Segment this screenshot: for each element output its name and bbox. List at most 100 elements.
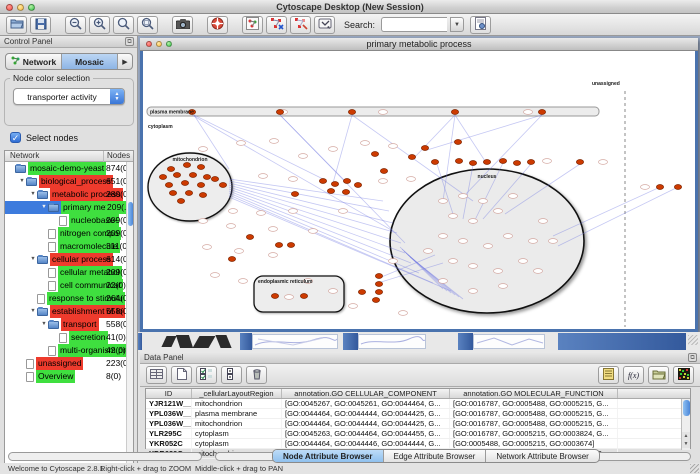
network-canvas[interactable]: plasma membranecytoplasmmitochondrionnuc… (143, 51, 695, 329)
node-unselected[interactable] (227, 224, 236, 229)
node-unselected[interactable] (469, 219, 478, 224)
node-transporter[interactable] (173, 173, 180, 178)
node-transporter[interactable] (181, 181, 188, 186)
advanced-search-button[interactable] (470, 16, 491, 34)
node-transporter[interactable] (527, 160, 534, 165)
unselect-attributes-button[interactable] (221, 366, 242, 384)
tab-edge-attribute-browser[interactable]: Edge Attribute Browser (384, 450, 487, 462)
node-unselected[interactable] (329, 289, 338, 294)
node-unselected[interactable] (285, 295, 294, 300)
node-transporter[interactable] (228, 257, 235, 262)
node-unselected[interactable] (494, 209, 503, 214)
data-panel-float-icon[interactable]: ⧉ (688, 353, 697, 362)
node-unselected[interactable] (269, 227, 278, 232)
node-transporter[interactable] (185, 191, 192, 196)
node-transporter[interactable] (451, 110, 458, 115)
node-transporter[interactable] (576, 160, 583, 165)
node-unselected[interactable] (259, 174, 268, 179)
node-transporter[interactable] (189, 173, 196, 178)
open-button[interactable] (6, 16, 27, 34)
tree-scrollbar[interactable] (126, 162, 133, 474)
save-button[interactable] (30, 16, 51, 34)
control-panel-float-icon[interactable]: ⧉ (125, 37, 134, 46)
node-unselected[interactable] (257, 211, 266, 216)
node-unselected[interactable] (239, 279, 248, 284)
cell[interactable]: [GO:0016787, GO:0005215, GO:0003824, G..… (450, 429, 618, 438)
node-unselected[interactable] (379, 179, 388, 184)
destroy-view-button[interactable] (290, 16, 311, 34)
node-transporter[interactable] (287, 243, 294, 248)
tree-expander-icon[interactable]: ▼ (29, 188, 37, 201)
net-zoom-button[interactable] (166, 41, 172, 47)
zoom-fit-button[interactable] (113, 16, 134, 34)
column-header-0[interactable]: ID (146, 389, 192, 398)
node-transporter[interactable] (183, 163, 190, 168)
node-unselected[interactable] (203, 245, 212, 250)
cell[interactable]: plasma membrane (192, 409, 282, 418)
node-transporter[interactable] (291, 192, 298, 197)
tree-row-biological-process[interactable]: ▼biological_process651(0) (5, 175, 133, 188)
node-transporter[interactable] (358, 290, 365, 295)
node-unselected[interactable] (439, 279, 448, 284)
select-nodes-checkbox[interactable]: ✓ (10, 132, 21, 143)
node-unselected[interactable] (524, 110, 533, 115)
edge[interactable] (229, 181, 389, 211)
zoom-out-button[interactable] (65, 16, 86, 34)
tree-row-transport[interactable]: ▼transport558(0) (5, 318, 133, 331)
node-unselected[interactable] (289, 209, 298, 214)
node-unselected[interactable] (459, 194, 468, 199)
edge[interactable] (229, 191, 411, 263)
cell[interactable]: mitochondrion (192, 399, 282, 408)
attribute-table-button[interactable] (146, 366, 167, 384)
delete-attribute-button[interactable] (246, 366, 267, 384)
scroll-up-icon[interactable]: ▲ (682, 432, 690, 440)
table-row-YPL036W__2[interactable]: YPL036W__2plasma membrane[GO:0044464, GO… (146, 409, 690, 419)
attribute-table-header[interactable]: ID_cellularLayoutRegionannotation.GO CEL… (146, 389, 690, 399)
node-unselected[interactable] (549, 239, 558, 244)
tab-network[interactable]: Network (6, 54, 62, 69)
node-unselected[interactable] (534, 269, 543, 274)
table-row-YKR052C[interactable]: YKR052Ccytoplasm[GO:0044464, GO:0044446,… (146, 439, 690, 449)
node-unselected[interactable] (389, 259, 398, 264)
node-transporter[interactable] (319, 179, 326, 184)
function-builder-button[interactable]: f(x) (623, 366, 644, 384)
table-row-YLR295C[interactable]: YLR295Ccytoplasm[GO:0045263, GO:0044464,… (146, 429, 690, 439)
node-unselected[interactable] (539, 219, 548, 224)
net-minimize-button[interactable] (156, 41, 162, 47)
node-unselected[interactable] (309, 229, 318, 234)
help-button[interactable] (207, 16, 228, 34)
node-transporter[interactable] (408, 155, 415, 160)
net-close-button[interactable] (146, 41, 152, 47)
tree-row-macromolecule[interactable]: macromolecule311(0) (5, 240, 133, 253)
select-attributes-button[interactable] (196, 366, 217, 384)
node-transporter[interactable] (199, 193, 206, 198)
tree-row-primary-metabol[interactable]: ▼primary metabol209(... (5, 201, 133, 214)
tree-row-metabolic-process[interactable]: ▼metabolic process280(0) (5, 188, 133, 201)
tab-mosaic[interactable]: Mosaic (62, 54, 118, 69)
node-transporter[interactable] (454, 140, 461, 145)
node-transporter[interactable] (421, 146, 428, 151)
column-header-3[interactable]: annotation.GO MOLECULAR_FUNCTION (450, 389, 618, 398)
cell[interactable]: [GO:0045267, GO:0045261, GO:0044464, G..… (282, 399, 450, 408)
column-header-1[interactable]: _cellularLayoutRegion (192, 389, 282, 398)
node-transporter[interactable] (197, 165, 204, 170)
node-transporter[interactable] (219, 183, 226, 188)
node-unselected[interactable] (459, 239, 468, 244)
cell[interactable]: [GO:0044464, GO:0044446, GO:0044444, G..… (282, 439, 450, 448)
cell[interactable]: cytoplasm (192, 439, 282, 448)
app-resize-grip[interactable] (690, 464, 699, 473)
node-unselected[interactable] (235, 249, 244, 254)
tree-expander-icon[interactable]: ▼ (29, 253, 37, 266)
node-transporter[interactable] (431, 160, 438, 165)
cell[interactable]: [GO:0016787, GO:0005488, GO:0005215, G..… (450, 399, 618, 408)
network-overview-button[interactable] (242, 16, 263, 34)
node-unselected[interactable] (543, 159, 552, 164)
node-unselected[interactable] (270, 139, 279, 144)
tree-row-overview[interactable]: Overview8(0) (5, 370, 133, 383)
tree-row-response-to-stimulu[interactable]: response to stimulu264(0) (5, 292, 133, 305)
node-transporter[interactable] (513, 161, 520, 166)
node-transporter[interactable] (271, 294, 278, 299)
node-unselected[interactable] (399, 311, 408, 316)
node-transporter[interactable] (674, 185, 681, 190)
table-scrollbar-thumb[interactable] (683, 400, 690, 416)
